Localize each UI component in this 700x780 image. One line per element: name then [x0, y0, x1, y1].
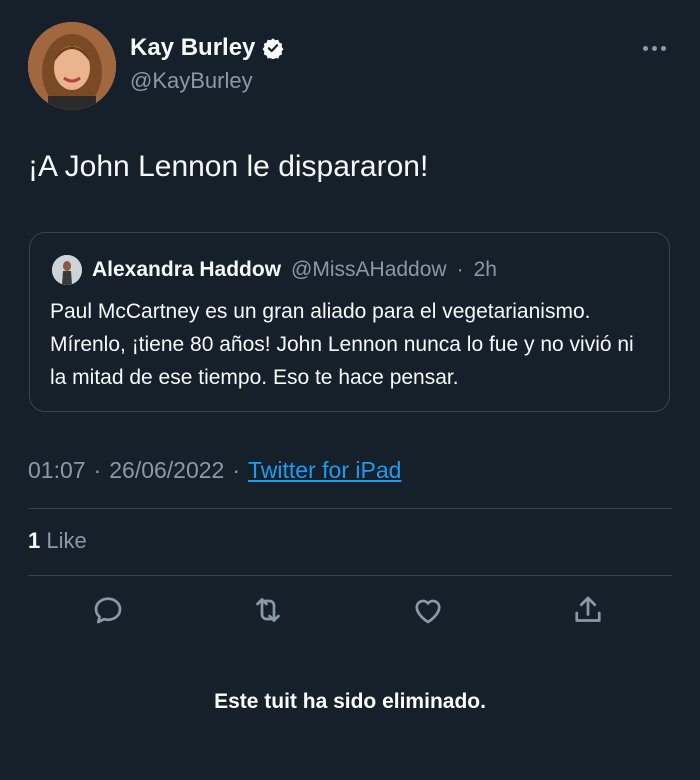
more-dot [660, 45, 666, 51]
share-icon[interactable] [570, 592, 610, 632]
author-name-text[interactable]: Kay Burley [130, 34, 255, 62]
tweet-header: Kay Burley @KayBurley [28, 22, 672, 112]
divider [28, 508, 672, 509]
author-avatar[interactable] [28, 22, 116, 110]
divider [28, 575, 672, 576]
author-names: Kay Burley @KayBurley [130, 34, 284, 94]
reply-icon[interactable] [90, 592, 130, 632]
quoted-time[interactable]: 2h [474, 258, 497, 282]
meta-separator: · [93, 457, 102, 483]
quoted-author-name[interactable]: Alexandra Haddow [92, 258, 281, 282]
quoted-tweet-header: Alexandra Haddow @MissAHaddow · 2h [52, 255, 497, 285]
like-stats[interactable]: 1 Like [28, 528, 87, 554]
tweet-time[interactable]: 01:07 [28, 457, 86, 484]
quoted-tweet-text: Paul McCartney es un gran aliado para el… [50, 300, 634, 389]
quoted-author-avatar[interactable] [52, 255, 82, 285]
like-icon[interactable] [410, 592, 450, 632]
tweet-date[interactable]: 26/06/2022 [109, 457, 224, 484]
meta-separator: · [232, 457, 241, 483]
retweet-icon[interactable] [250, 592, 290, 632]
like-count: 1 [28, 528, 41, 553]
like-label: Like [46, 528, 87, 553]
author-display-name[interactable]: Kay Burley [130, 34, 284, 62]
action-bar [28, 592, 672, 636]
more-dot [651, 45, 657, 51]
quoted-tweet[interactable]: Alexandra Haddow @MissAHaddow · 2h Paul … [29, 232, 670, 412]
author-handle[interactable]: @KayBurley [130, 68, 284, 94]
tweet-meta: 01:07 · 26/06/2022 · Twitter for iPad [28, 457, 401, 484]
tweet-source-link[interactable]: Twitter for iPad [248, 457, 401, 484]
more-dot [642, 45, 648, 51]
tweet-text: ¡A John Lennon le dispararon! [28, 150, 429, 183]
deleted-caption: Este tuit ha sido eliminado. [214, 690, 486, 713]
quoted-author-handle[interactable]: @MissAHaddow [291, 258, 447, 282]
quoted-separator: · [456, 258, 464, 281]
more-options-icon[interactable] [640, 40, 668, 56]
verified-badge-icon [262, 37, 284, 60]
